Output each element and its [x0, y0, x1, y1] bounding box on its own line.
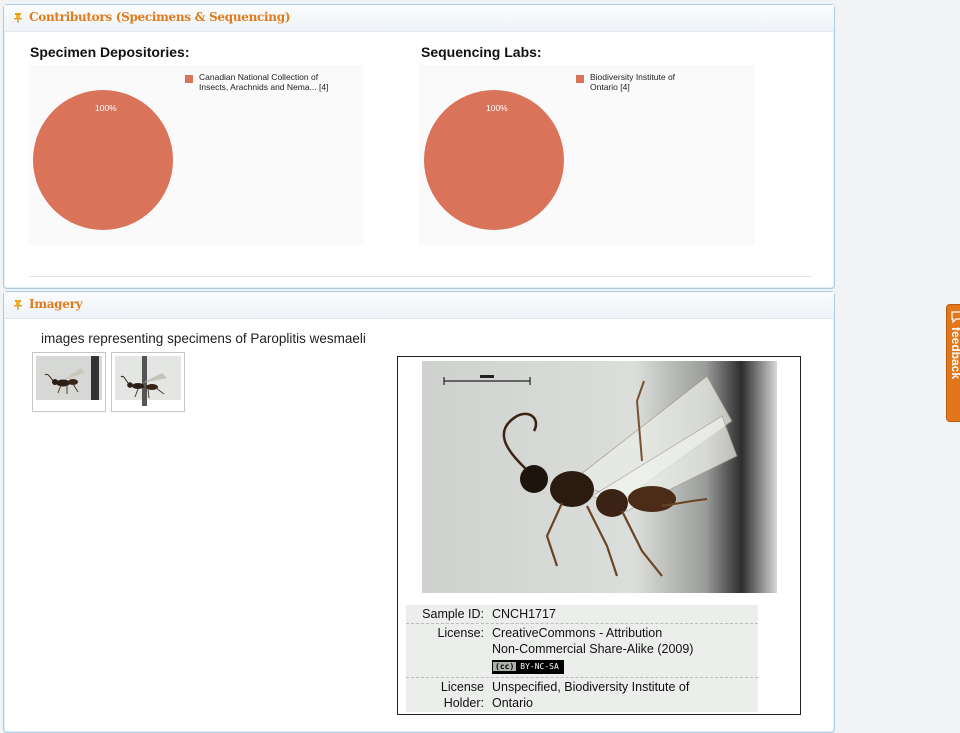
sample-id-label: Sample ID:	[422, 607, 484, 621]
license-value: CreativeCommons - Attribution Non-Commer…	[492, 624, 758, 677]
imagery-panel-header[interactable]: Imagery	[4, 292, 834, 319]
license-holder-label: License Holder:	[406, 678, 492, 712]
sample-id-row: Sample ID: CNCH1717	[406, 605, 758, 624]
imagery-caption: images representing specimens of Paropli…	[41, 331, 366, 346]
wasp-specimen-thumbnail-icon	[115, 356, 181, 406]
pin-icon	[14, 13, 22, 23]
specimen-thumbnail[interactable]	[111, 352, 185, 412]
divider	[29, 276, 812, 277]
feedback-tab[interactable]: feedback	[946, 304, 960, 422]
depositories-chart: 100% Canadian National Collection of Ins…	[28, 65, 364, 245]
contributors-panel-header[interactable]: Contributors (Specimens & Sequencing)	[4, 5, 834, 32]
legend-label-line-2: Insects, Arachnids and Nema... [4]	[199, 82, 329, 92]
image-viewer: Sample ID: CNCH1717 License: CreativeCom…	[397, 356, 801, 715]
license-holder-row: License Holder: Unspecified, Biodiversit…	[406, 678, 758, 712]
pie-slice-label: 100%	[95, 103, 117, 113]
panel-title: Imagery	[29, 297, 83, 311]
pin-icon	[14, 300, 22, 310]
wasp-specimen-photo-icon[interactable]	[422, 361, 777, 593]
license-holder-line-1: Unspecified, Biodiversity Institute of	[492, 680, 690, 694]
speech-bubble-icon	[951, 311, 960, 323]
license-holder-value: Unspecified, Biodiversity Institute of O…	[492, 678, 758, 712]
cc-terms: BY-NC-SA	[520, 662, 559, 671]
license-holder-line-2: Ontario	[492, 696, 533, 710]
wasp-specimen-thumbnail-icon	[36, 356, 102, 400]
image-metadata-table: Sample ID: CNCH1717 License: CreativeCom…	[406, 605, 758, 712]
license-row: License: CreativeCommons - Attribution N…	[406, 624, 758, 678]
depositories-heading: Specimen Depositories:	[30, 44, 190, 60]
license-line-2: Non-Commercial Share-Alike (2009)	[492, 642, 694, 656]
legend-swatch	[576, 75, 584, 83]
license-holder-label-line-1: License	[440, 680, 484, 694]
labs-heading: Sequencing Labs:	[421, 44, 542, 60]
cc-license-badge[interactable]: (cc) BY-NC-SA	[492, 660, 564, 674]
legend-label-line-1: Biodiversity Institute of	[590, 72, 676, 82]
feedback-label: feedback	[949, 327, 960, 380]
panel-title: Contributors (Specimens & Sequencing)	[29, 10, 291, 24]
sample-id-value: CNCH1717	[492, 607, 556, 621]
license-label: License:	[437, 626, 484, 640]
legend-label-line-1: Canadian National Collection of	[199, 72, 319, 82]
license-holder-label-line-2: Holder:	[443, 696, 484, 710]
specimen-thumbnail[interactable]	[32, 352, 106, 412]
license-line-1: CreativeCommons - Attribution	[492, 626, 663, 640]
pie-slice-label: 100%	[486, 103, 508, 113]
legend-swatch	[185, 75, 193, 83]
legend-label-line-2: Ontario [4]	[590, 82, 630, 92]
cc-icon: (cc)	[493, 662, 517, 671]
labs-chart: 100% Biodiversity Institute of Ontario […	[419, 65, 755, 245]
contributors-panel: Contributors (Specimens & Sequencing) Sp…	[3, 4, 835, 289]
